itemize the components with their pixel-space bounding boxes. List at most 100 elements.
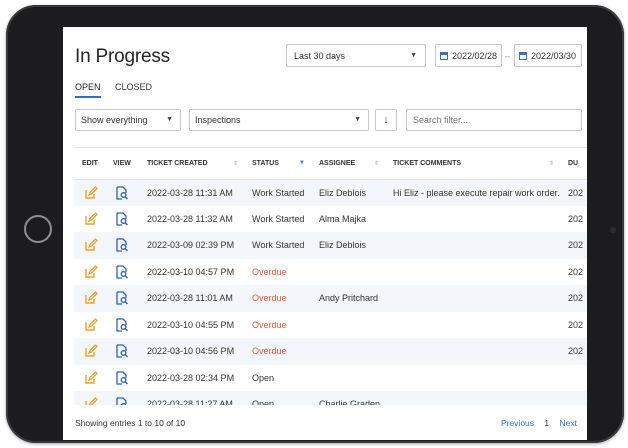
view-cell[interactable] — [105, 232, 139, 259]
status-cell: Overdue — [252, 319, 287, 330]
chevron-down-icon: ▼ — [410, 52, 417, 59]
due-cell: 202 — [560, 338, 587, 365]
edit-icon[interactable] — [84, 185, 98, 200]
edit-icon[interactable] — [84, 317, 98, 332]
table-row[interactable]: 2022-03-28 11:27 AM Open Charlie Graden — [74, 391, 587, 405]
due-cell: 202 — [568, 213, 584, 224]
due-cell: 202 — [568, 266, 584, 277]
edit-icon[interactable] — [84, 238, 98, 252]
edit-cell[interactable] — [74, 338, 105, 365]
edit-icon[interactable] — [84, 397, 98, 405]
sort-desc-icon: ▼ — [299, 160, 305, 166]
home-button[interactable] — [24, 215, 52, 243]
view-cell[interactable] — [105, 259, 139, 286]
comment-cell — [385, 391, 560, 405]
previous-page-link[interactable]: Previous — [501, 418, 534, 428]
column-header-due[interactable]: DU — [560, 148, 587, 180]
view-cell[interactable] — [105, 179, 139, 206]
status-cell: Overdue — [252, 266, 287, 277]
scope-select[interactable]: Show everything ▼ — [75, 109, 181, 131]
current-page[interactable]: 1 — [544, 418, 549, 428]
edit-cell[interactable] — [74, 312, 105, 339]
edit-cell[interactable] — [74, 232, 105, 259]
table-row[interactable]: 2022-03-28 11:31 AM Work Started Eliz Debl… — [74, 179, 587, 206]
view-cell[interactable] — [105, 312, 139, 339]
type-value: Inspections — [195, 115, 241, 125]
date-from-field[interactable]: 2022/02/28 — [435, 44, 502, 67]
assignee-cell — [311, 312, 385, 339]
tablet-frame: In Progress Last 30 days ▼ 2022/02/28 – … — [6, 5, 624, 443]
date-to-value: 2022/03/30 — [531, 51, 577, 61]
edit-icon[interactable] — [84, 211, 98, 226]
pagination: Previous 1 Next — [493, 418, 577, 428]
search-input[interactable] — [406, 109, 582, 131]
view-icon[interactable] — [115, 344, 129, 358]
column-header-edit: EDIT — [74, 148, 105, 180]
next-page-link[interactable]: Next — [560, 418, 577, 428]
status-cell: Work Started — [244, 179, 311, 206]
due-cell: 202 — [560, 179, 587, 206]
view-icon[interactable] — [115, 265, 129, 279]
table-row[interactable]: 2022-03-09 02:39 PM Work Started Eliz Debl… — [74, 232, 587, 259]
edit-icon[interactable] — [84, 291, 98, 305]
chevron-down-icon: ▼ — [354, 116, 361, 123]
comment-cell — [385, 312, 560, 339]
assignee-cell — [311, 365, 385, 392]
page-title: In Progress — [75, 46, 170, 67]
date-range-select[interactable]: Last 30 days ▼ — [286, 44, 426, 67]
date-to-field[interactable]: 2022/03/30 — [514, 44, 582, 67]
view-cell[interactable] — [105, 285, 139, 312]
view-icon[interactable] — [115, 291, 129, 305]
comment-cell — [385, 338, 560, 365]
edit-icon[interactable] — [84, 344, 98, 358]
edit-cell[interactable] — [74, 365, 105, 392]
scope-value: Show everything — [81, 115, 148, 125]
comment-cell — [385, 365, 560, 392]
table-row[interactable]: 2022-03-10 04:57 PM Overdue 202 — [74, 259, 587, 286]
view-icon[interactable] — [115, 371, 129, 385]
column-header-assignee[interactable]: ASSIGNEE ⇕ — [311, 148, 385, 180]
view-icon[interactable] — [115, 238, 129, 252]
edit-icon[interactable] — [84, 370, 98, 385]
edit-icon[interactable] — [84, 264, 98, 279]
column-header-view: VIEW — [105, 148, 139, 180]
edit-cell[interactable] — [74, 285, 105, 312]
edit-cell[interactable] — [74, 259, 105, 286]
view-icon[interactable] — [115, 185, 129, 200]
edit-cell[interactable] — [74, 206, 105, 233]
sort-icon: ⇕ — [373, 161, 379, 167]
sort-direction-button[interactable]: ↓ — [375, 109, 397, 131]
date-range-value: Last 30 days — [294, 51, 346, 61]
ticket-created-cell: 2022-03-10 04:56 PM — [139, 338, 244, 365]
due-cell: 202 — [560, 285, 587, 312]
table-row[interactable]: 2022-03-10 04:55 PM Overdue 202 — [74, 312, 587, 339]
table-row[interactable]: 2022-03-28 11:32 AM Work Started Alma Majk… — [74, 206, 587, 233]
type-select[interactable]: Inspections ▼ — [189, 109, 369, 131]
ticket-created-cell: 2022-03-28 11:31 AM — [139, 179, 244, 206]
view-cell[interactable] — [105, 391, 139, 405]
table-row[interactable]: 2022-03-28 11:01 AM Overdue Andy Pritchard… — [74, 285, 587, 312]
tab-closed[interactable]: CLOSED — [115, 82, 152, 96]
edit-cell[interactable] — [74, 391, 105, 405]
view-icon[interactable] — [115, 397, 129, 405]
view-cell[interactable] — [105, 206, 139, 233]
sort-icon: ⇕ — [232, 161, 238, 167]
front-camera — [610, 227, 616, 233]
column-header-ticket-comments[interactable]: TICKET COMMENTS ⇕ — [385, 148, 560, 180]
edit-cell[interactable] — [74, 179, 105, 206]
view-icon[interactable] — [115, 212, 129, 226]
view-icon[interactable] — [115, 318, 129, 332]
ticket-created-cell: 2022-03-09 02:39 PM — [139, 232, 244, 259]
ticket-created-cell: 2022-03-28 11:27 AM — [139, 391, 244, 405]
status-tabs: OPEN CLOSED — [75, 82, 164, 98]
column-header-status[interactable]: STATUS ▼ — [244, 148, 311, 180]
table-row[interactable]: 2022-03-10 04:56 PM Overdue 202 — [74, 338, 587, 365]
tab-open[interactable]: OPEN — [75, 82, 101, 98]
status-cell: Overdue — [244, 338, 311, 365]
table-row[interactable]: 2022-03-28 02:34 PM Open — [74, 365, 587, 392]
view-cell[interactable] — [105, 365, 139, 392]
due-cell — [560, 365, 587, 392]
column-header-ticket-created[interactable]: TICKET CREATED ⇕ — [139, 148, 244, 180]
ticket-created-cell: 2022-03-28 11:01 AM — [139, 285, 244, 312]
view-cell[interactable] — [105, 338, 139, 365]
